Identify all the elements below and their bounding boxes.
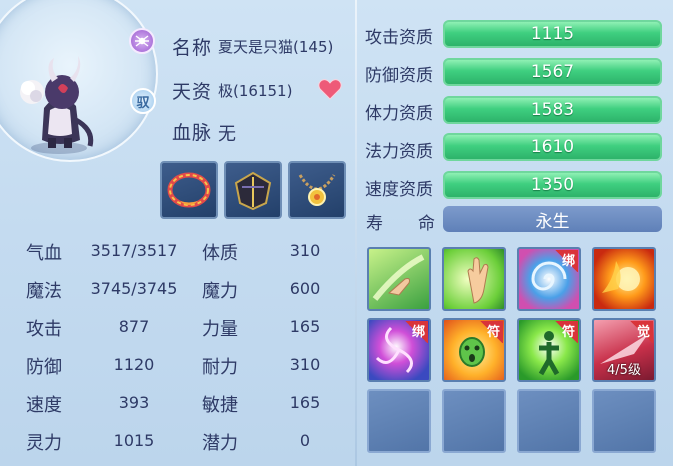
skill-slot-8[interactable]: 觉 4/5级 bbox=[592, 318, 656, 382]
skill-tag-awaken: 觉 bbox=[629, 321, 653, 343]
panel-divider bbox=[355, 0, 357, 466]
aptitude-bar-attack: 1115 bbox=[443, 20, 662, 48]
aptitude-bar-speed: 1350 bbox=[443, 171, 662, 199]
aptitude-label-attack: 攻击资质 bbox=[365, 28, 433, 48]
stat-value-defense: 1120 bbox=[113, 355, 155, 374]
skill-tag-charm: 符 bbox=[479, 321, 503, 343]
pet-portrait[interactable] bbox=[0, 0, 158, 162]
stat-value-attack: 877 bbox=[118, 317, 150, 336]
stat-label-hp: 气血 bbox=[26, 243, 62, 264]
name-label: 名称 bbox=[172, 37, 213, 59]
aptitude-bar-defense: 1567 bbox=[443, 58, 662, 86]
stat-label-constitution: 体质 bbox=[202, 243, 238, 264]
skill-tag-charm: 符 bbox=[554, 321, 578, 343]
aptitude-label-mana: 法力资质 bbox=[365, 142, 433, 162]
aptitude-label-stamina: 体力资质 bbox=[365, 104, 433, 124]
skill-slot-7[interactable]: 符 bbox=[517, 318, 581, 382]
stat-label-strength: 力量 bbox=[202, 319, 238, 340]
skill-slot-empty-1[interactable] bbox=[367, 389, 431, 453]
equip-slot-necklace[interactable] bbox=[288, 161, 346, 219]
pet-avatar-icon bbox=[20, 56, 94, 154]
skill-slot-empty-3[interactable] bbox=[517, 389, 581, 453]
stat-value-magic: 600 bbox=[289, 279, 321, 298]
aptitude-bar-mana: 1610 bbox=[443, 133, 662, 161]
stat-value-speed: 393 bbox=[118, 393, 150, 412]
spider-icon bbox=[135, 35, 149, 47]
skill-slot-2[interactable] bbox=[442, 247, 506, 311]
fireball-skill-icon bbox=[602, 261, 640, 293]
skill-slot-3[interactable]: 绑 bbox=[517, 247, 581, 311]
stat-value-constitution: 310 bbox=[289, 241, 321, 260]
collar-icon bbox=[167, 172, 211, 208]
talent-value: 极(16151) bbox=[218, 82, 293, 100]
skill-slot-4[interactable] bbox=[592, 247, 656, 311]
skill-tag-bound: 绑 bbox=[554, 250, 578, 272]
stat-label-mp: 魔法 bbox=[26, 281, 62, 302]
stat-label-magic: 魔力 bbox=[202, 281, 238, 302]
hand-swipe-skill-icon bbox=[372, 254, 425, 301]
palm-light-skill-icon bbox=[467, 257, 489, 304]
stat-value-strength: 165 bbox=[289, 317, 321, 336]
stat-label-attack: 攻击 bbox=[26, 319, 62, 340]
stat-value-potential: 0 bbox=[299, 431, 311, 450]
stat-label-potential: 潜力 bbox=[202, 433, 238, 454]
stat-value-endurance: 310 bbox=[289, 355, 321, 374]
skill-slot-empty-4[interactable] bbox=[592, 389, 656, 453]
stat-label-endurance: 耐力 bbox=[202, 357, 238, 378]
life-label-second: 命 bbox=[418, 214, 435, 234]
skill-level: 4/5级 bbox=[607, 363, 641, 378]
necklace-icon bbox=[298, 174, 336, 206]
stat-label-defense: 防御 bbox=[26, 357, 62, 378]
stat-value-agility: 165 bbox=[289, 393, 321, 412]
aptitude-bar-stamina: 1583 bbox=[443, 96, 662, 124]
life-value: 永生 bbox=[443, 206, 662, 232]
skill-tag-bound: 绑 bbox=[404, 321, 428, 343]
skill-slot-5[interactable]: 绑 bbox=[367, 318, 431, 382]
name-value: 夏天是只猫(145) bbox=[218, 38, 334, 56]
stat-label-speed: 速度 bbox=[26, 395, 62, 416]
life-label-first: 寿 bbox=[366, 214, 383, 234]
aptitude-label-defense: 防御资质 bbox=[365, 66, 433, 86]
pet-type-badge[interactable] bbox=[129, 28, 155, 54]
stat-value-mp: 3745/3745 bbox=[90, 279, 178, 298]
skill-slot-empty-2[interactable] bbox=[442, 389, 506, 453]
talent-label: 天资 bbox=[172, 81, 213, 103]
aptitude-label-speed: 速度资质 bbox=[365, 180, 433, 200]
skill-slot-1[interactable] bbox=[367, 247, 431, 311]
bloodline-label: 血脉 bbox=[172, 122, 213, 144]
heart-icon[interactable] bbox=[318, 78, 342, 100]
stat-label-agility: 敏捷 bbox=[202, 395, 238, 416]
skill-slot-6[interactable]: 符 bbox=[442, 318, 506, 382]
bloodline-value: 无 bbox=[218, 124, 236, 145]
armor-icon bbox=[234, 171, 272, 211]
stat-value-hp: 3517/3517 bbox=[90, 241, 178, 260]
stat-value-spirit: 1015 bbox=[113, 431, 155, 450]
ride-badge[interactable]: 驭 bbox=[130, 88, 156, 114]
equip-slot-collar[interactable] bbox=[160, 161, 218, 219]
equip-slot-armor[interactable] bbox=[224, 161, 282, 219]
stat-label-spirit: 灵力 bbox=[26, 433, 62, 454]
